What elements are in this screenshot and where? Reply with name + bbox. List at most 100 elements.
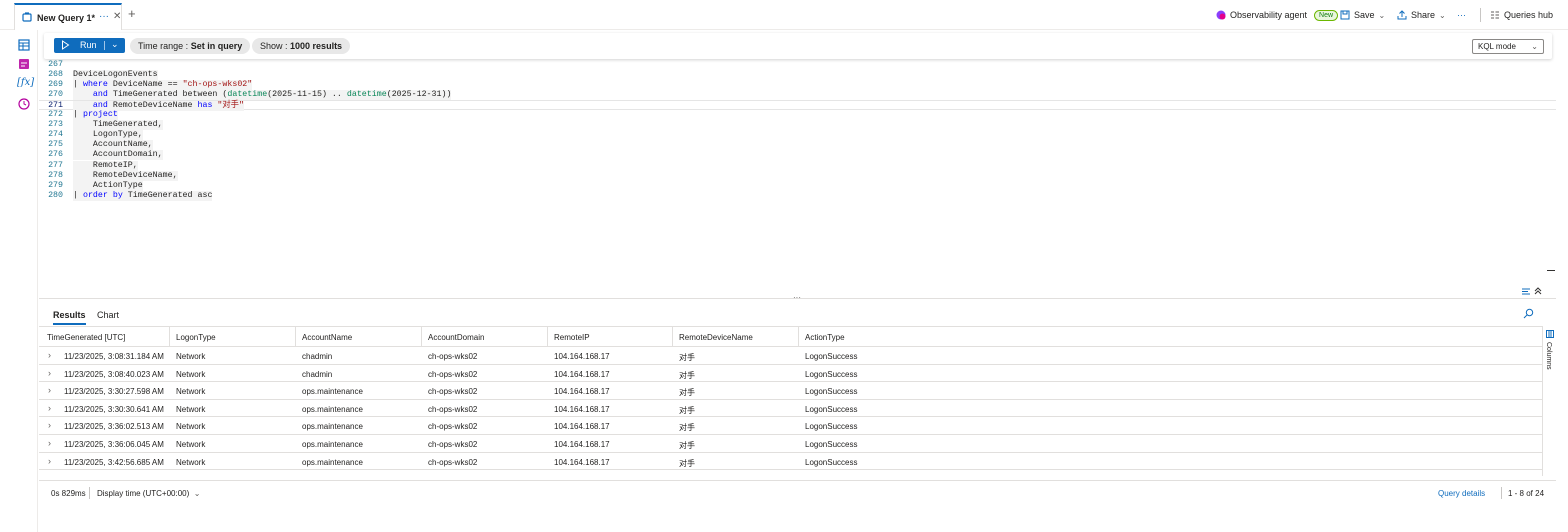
run-options-chevron-down-icon[interactable]: ⌄: [111, 39, 119, 50]
table-row[interactable]: › 11/23/2025, 3:36:06.045 AM Network ops.ma…: [39, 435, 1542, 453]
tab-more-icon[interactable]: ···: [99, 11, 109, 22]
table-cell: Network: [176, 404, 206, 414]
queries-icon[interactable]: [17, 57, 31, 71]
column-resize-handle[interactable]: [295, 327, 296, 347]
queries-hub-button[interactable]: Queries hub: [1490, 8, 1553, 22]
editor-line[interactable]: 269 | where DeviceName == "ch-ops-wks02": [39, 80, 1556, 91]
column-header[interactable]: AccountDomain: [428, 333, 484, 342]
column-header[interactable]: AccountName: [302, 333, 352, 342]
code-token: has: [197, 101, 213, 111]
save-button[interactable]: Save ⌄: [1340, 8, 1385, 22]
table-cell: 11/23/2025, 3:08:40.023 AM: [64, 369, 164, 379]
table-cell: 11/23/2025, 3:36:02.513 AM: [64, 422, 164, 432]
history-icon[interactable]: [17, 97, 31, 111]
splitter-grip-icon[interactable]: ···: [793, 293, 801, 302]
table-cell: 对手: [679, 441, 695, 450]
share-button[interactable]: Share ⌄: [1397, 8, 1446, 22]
query-tab[interactable]: New Query 1* ··· ✕: [14, 3, 122, 30]
new-badge: New: [1314, 9, 1339, 21]
column-header[interactable]: ActionType: [805, 333, 845, 342]
editor-line[interactable]: 275 AccountName,: [39, 140, 1556, 151]
editor-line[interactable]: 276 AccountDomain,: [39, 150, 1556, 161]
save-chevron-down-icon: ⌄: [1378, 10, 1386, 20]
editor-line[interactable]: 272 | project: [39, 110, 1556, 121]
column-resize-handle[interactable]: [169, 327, 170, 347]
editor-line[interactable]: 278 RemoteDeviceName,: [39, 170, 1556, 181]
kql-mode-dropdown[interactable]: KQL mode ⌄: [1472, 39, 1544, 54]
table-cell: ch-ops-wks02: [428, 422, 478, 432]
table-row[interactable]: › 11/23/2025, 3:42:56.685 AM Network ops.ma…: [39, 453, 1542, 471]
code-token: DeviceName ==: [107, 80, 183, 90]
table-cell: Network: [176, 422, 206, 432]
editor-line[interactable]: 268 DeviceLogonEvents: [39, 70, 1556, 81]
query-details-link[interactable]: Query details: [1438, 489, 1485, 498]
query-tab-title: New Query 1*: [37, 13, 96, 23]
table-cell: 104.164.168.17: [554, 369, 610, 379]
tables-icon[interactable]: [17, 38, 31, 52]
table-cell: 对手: [679, 458, 695, 468]
table-cell: 104.164.168.17: [554, 404, 610, 414]
run-label: Run: [80, 40, 97, 50]
editor-line[interactable]: 273 TimeGenerated,: [39, 120, 1556, 131]
search-icon[interactable]: [1523, 308, 1534, 319]
expand-row-chevron-icon[interactable]: ›: [48, 403, 51, 413]
time-range-picker[interactable]: Time range : Set in query: [130, 38, 251, 54]
query-editor[interactable]: 267 268 DeviceLogonEvents 269 | where Device…: [39, 59, 1568, 297]
functions-icon[interactable]: [fx]: [17, 77, 34, 88]
observability-agent-button[interactable]: Observability agent New: [1216, 8, 1339, 22]
editor-line[interactable]: 279 ActionType: [39, 180, 1556, 191]
code-text: ActionType: [73, 180, 143, 191]
table-row[interactable]: › 11/23/2025, 3:30:30.641 AM Network ops.ma…: [39, 400, 1542, 418]
table-row[interactable]: › 11/23/2025, 3:36:02.513 AM Network ops.ma…: [39, 417, 1542, 435]
time-range-value: Set in query: [190, 41, 243, 51]
editor-results-splitter[interactable]: ···: [39, 293, 1556, 302]
editor-line[interactable]: 270 and TimeGenerated between (datetime(…: [39, 90, 1556, 101]
editor-format-collapse-icon[interactable]: [1521, 286, 1543, 296]
show-label: Show :: [260, 41, 288, 51]
expand-row-chevron-icon[interactable]: ›: [48, 385, 51, 395]
expand-row-chevron-icon[interactable]: ›: [48, 420, 51, 430]
line-number: 279: [48, 180, 63, 190]
column-resize-handle[interactable]: [421, 327, 422, 347]
editor-line[interactable]: 277 RemoteIP,: [39, 160, 1556, 171]
table-row[interactable]: › 11/23/2025, 3:08:40.023 AM Network chadmi…: [39, 365, 1542, 383]
column-resize-handle[interactable]: [672, 327, 673, 347]
code-text: LogonType,: [73, 130, 143, 141]
column-header[interactable]: LogonType: [176, 333, 216, 342]
table-cell: 11/23/2025, 3:30:30.641 AM: [64, 404, 164, 414]
tab-results[interactable]: Results: [53, 310, 86, 325]
tab-close-icon[interactable]: ✕: [113, 11, 121, 22]
expand-row-chevron-icon[interactable]: ›: [48, 368, 51, 378]
expand-row-chevron-icon[interactable]: ›: [48, 438, 51, 448]
table-cell: ops.maintenance: [302, 404, 363, 414]
column-resize-handle[interactable]: [798, 327, 799, 347]
table-row[interactable]: › 11/23/2025, 3:08:31.184 AM Network chadmi…: [39, 347, 1542, 365]
code-token: TimeGenerated asc: [122, 190, 213, 200]
column-header[interactable]: RemoteIP: [554, 333, 590, 342]
add-tab-button[interactable]: +: [128, 6, 136, 21]
expand-row-chevron-icon[interactable]: ›: [48, 456, 51, 466]
table-cell: LogonSuccess: [805, 404, 858, 414]
column-resize-handle[interactable]: [547, 327, 548, 347]
editor-line[interactable]: 267: [39, 60, 1556, 70]
editor-line[interactable]: 271 and RemoteDeviceName has "对手": [39, 100, 1556, 112]
show-results-picker[interactable]: Show : 1000 results: [252, 38, 351, 54]
column-header[interactable]: RemoteDeviceName: [679, 333, 753, 342]
results-grid: TimeGenerated [UTC] LogonType AccountName A…: [39, 326, 1542, 476]
expand-row-chevron-icon[interactable]: ›: [48, 350, 51, 360]
more-actions-icon[interactable]: ···: [1457, 8, 1466, 22]
display-time-dropdown[interactable]: Display time (UTC+00:00) ⌄: [97, 489, 200, 498]
run-button[interactable]: Run ⌄: [54, 38, 125, 53]
editor-line[interactable]: 274 LogonType,: [39, 130, 1556, 141]
table-cell: 104.164.168.17: [554, 422, 610, 432]
table-row[interactable]: › 11/23/2025, 3:30:27.598 AM Network ops.ma…: [39, 382, 1542, 400]
tab-chart[interactable]: Chart: [97, 310, 119, 320]
table-cell: 对手: [679, 370, 695, 380]
editor-line[interactable]: 280 | order by TimeGenerated asc: [39, 190, 1556, 201]
table-cell: Network: [176, 387, 206, 397]
column-header[interactable]: TimeGenerated [UTC]: [47, 333, 125, 342]
table-cell: LogonSuccess: [805, 352, 858, 361]
table-cell: ch-ops-wks02: [428, 387, 478, 397]
line-number: 272: [48, 110, 63, 120]
columns-panel-toggle[interactable]: Columns: [1542, 326, 1556, 476]
